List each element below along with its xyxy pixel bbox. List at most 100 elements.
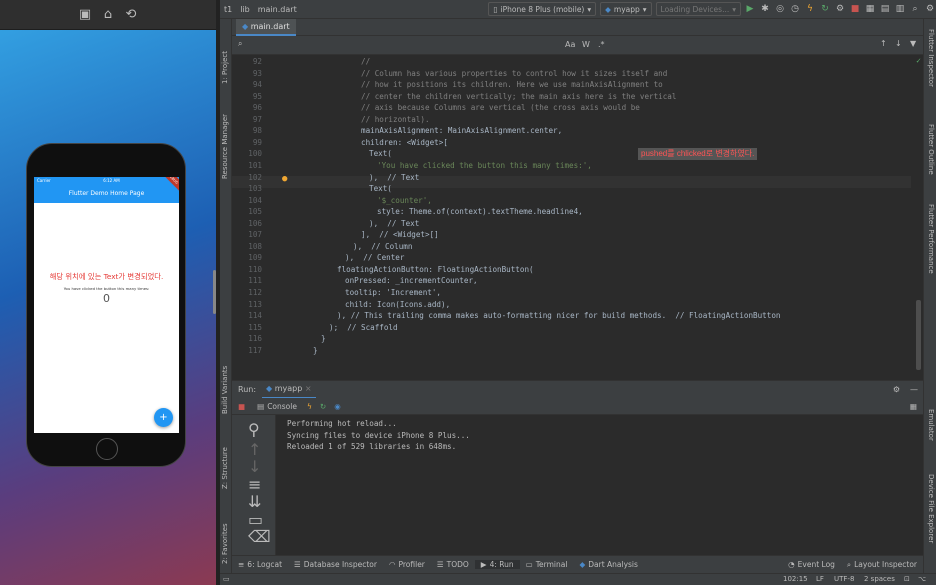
profiler-icon: ◠ [388, 560, 396, 569]
file-encoding[interactable]: UTF-8 [834, 575, 854, 583]
tab-terminal[interactable]: ▭ Terminal [520, 560, 574, 569]
screenshot-icon[interactable]: ▣ [76, 6, 94, 24]
stop-icon[interactable]: ■ [232, 402, 251, 411]
tab-label: Terminal [535, 560, 568, 569]
run-toolbar: ■ ▤ Console ϟ ↻ ◉ ▦ [232, 398, 923, 415]
tab-database-inspector[interactable]: ☰ Database Inspector [288, 560, 383, 569]
settings-icon[interactable]: ⚙ [924, 3, 936, 15]
debug-icon[interactable]: ✱ [759, 3, 771, 15]
tab-device-file-explorer[interactable]: Device File Explorer [927, 474, 935, 543]
line-number: 93 [252, 68, 262, 78]
tab-build-variants[interactable]: Build Variants [221, 366, 229, 414]
git-icon[interactable]: ⌥ [918, 575, 926, 583]
tab-run[interactable]: ▶ 4: Run [474, 560, 520, 569]
tab-flutter-outline[interactable]: Flutter Outline [927, 124, 935, 175]
panel-toggle-icon[interactable]: ▭ [223, 575, 230, 583]
down-icon[interactable]: ↓ [248, 457, 261, 476]
trash-icon[interactable]: ⌫ [248, 527, 271, 546]
line-number: 95 [252, 91, 262, 101]
tab-profiler[interactable]: ◠ Profiler [383, 560, 431, 569]
tab-logcat[interactable]: ≡ 6: Logcat [232, 560, 288, 569]
tab-event-log[interactable]: ◔ Event Log [782, 560, 841, 569]
tab-main-dart[interactable]: ◆ main.dart [236, 19, 296, 36]
split-grip[interactable] [213, 270, 216, 314]
console-tab[interactable]: ▤ Console [251, 402, 303, 411]
breadcrumb-lib[interactable]: lib [236, 5, 254, 14]
home-button[interactable] [96, 438, 118, 460]
filter-icon[interactable]: ▼ [910, 39, 916, 48]
korean-text: 해당 위치에 있는 Text가 변경되었다. [49, 272, 164, 281]
simulator-toolbar: ▣ ⌂ ⟲ [0, 0, 216, 30]
tab-label: 6: Logcat [247, 560, 283, 569]
annotation-popup: pushed를 chlicked로 변경하였다. [638, 148, 758, 160]
hot-restart-icon[interactable]: ↻ [819, 3, 831, 15]
code-line: ), // Text [369, 172, 420, 182]
line-ending[interactable]: LF [816, 575, 824, 583]
increment-fab[interactable]: + [154, 408, 173, 427]
lightbulb-icon[interactable]: ● [282, 174, 287, 184]
find-input[interactable] [248, 38, 538, 52]
hot-reload-icon[interactable]: ϟ [804, 3, 816, 15]
settings-icon[interactable]: ⚙ [888, 385, 905, 394]
code-line: // [361, 57, 371, 66]
hot-reload-icon[interactable]: ϟ [303, 402, 316, 411]
devtools-icon[interactable]: ◉ [330, 402, 345, 411]
up-arrow-icon[interactable]: ↑ [880, 39, 887, 48]
cursor-position[interactable]: 102:15 [783, 575, 808, 583]
line-number: 112 [248, 288, 262, 297]
tab-label: Profiler [398, 560, 425, 569]
find-bar: ⌕ Aa W .* ↑ ↓ ▼ [232, 36, 923, 55]
tab-emulator[interactable]: Emulator [927, 409, 935, 441]
indent-setting[interactable]: 2 spaces [864, 575, 895, 583]
chevron-down-icon: ▾ [732, 4, 736, 14]
tab-structure[interactable]: Z: Structure [221, 447, 229, 489]
run-config-selector[interactable]: ◆ myapp ▾ [600, 2, 652, 16]
minimize-icon[interactable]: — [905, 385, 923, 394]
breadcrumb-file[interactable]: main.dart [254, 5, 301, 14]
home-icon[interactable]: ⌂ [99, 6, 117, 24]
run-config-tab[interactable]: ◆ myapp × [262, 381, 316, 399]
coverage-icon[interactable]: ◎ [774, 3, 786, 15]
tab-resource-manager[interactable]: Resource Manager [221, 114, 229, 179]
scroll-end-icon[interactable]: ⇊ [248, 492, 261, 511]
search-icon[interactable]: ⌕ [909, 3, 921, 15]
layout-icon[interactable]: ▦ [904, 402, 923, 411]
config-label: myapp [613, 4, 640, 14]
close-icon[interactable]: × [305, 384, 312, 393]
sdk-manager-icon[interactable]: ▤ [879, 3, 891, 15]
device-selector[interactable]: ▯ iPhone 8 Plus (mobile) ▾ [488, 2, 597, 16]
tab-dart-analysis[interactable]: ◆ Dart Analysis [573, 560, 643, 569]
lock-icon[interactable]: ⊡ [904, 575, 910, 583]
terminal-icon: ▭ [525, 560, 533, 569]
tab-flutter-performance[interactable]: Flutter Performance [927, 204, 935, 274]
tab-layout-inspector[interactable]: ⌕ Layout Inspector [841, 560, 923, 570]
attach-icon[interactable]: ⚙ [834, 3, 846, 15]
case-toggle[interactable]: Aa [565, 40, 575, 49]
avd-manager-icon[interactable]: ▦ [864, 3, 876, 15]
tab-flutter-inspector[interactable]: Flutter Inspector [927, 29, 935, 87]
pin-icon[interactable]: ⚲ [248, 420, 260, 439]
tab-label: Dart Analysis [588, 560, 638, 569]
down-arrow-icon[interactable]: ↓ [895, 39, 902, 48]
code-editor[interactable]: 92 // 93 // Column has various properties t… [232, 55, 923, 380]
console-text[interactable]: Performing hot reload... Syncing files to… [287, 418, 470, 453]
console-icon: ▤ [257, 401, 265, 411]
tab-todo[interactable]: ☰ TODO [431, 560, 475, 569]
flutter-icon: ◆ [605, 4, 611, 14]
editor-scrollbar[interactable] [915, 55, 923, 380]
device-manager-icon[interactable]: ▥ [894, 3, 906, 15]
breadcrumb-project[interactable]: t1 [220, 5, 236, 14]
code-line: // axis because Columns are vertical (th… [361, 103, 640, 113]
rotate-icon[interactable]: ⟲ [122, 6, 140, 24]
hot-restart-icon[interactable]: ↻ [316, 402, 330, 411]
phone-screen[interactable]: Carrier 6:12 AM ▭ Flutter Demo Home Page… [34, 177, 179, 433]
regex-toggle[interactable]: .* [598, 40, 605, 49]
tab-project[interactable]: 1: Project [221, 51, 229, 84]
tab-favorites[interactable]: 2: Favorites [221, 523, 229, 564]
run-icon[interactable]: ▶ [744, 3, 756, 15]
devices-selector[interactable]: Loading Devices... ▾ [655, 2, 741, 16]
stop-icon[interactable]: ■ [849, 3, 861, 15]
profile-icon[interactable]: ◷ [789, 3, 801, 15]
scrollbar-thumb[interactable] [916, 300, 921, 370]
word-toggle[interactable]: W [582, 40, 590, 49]
